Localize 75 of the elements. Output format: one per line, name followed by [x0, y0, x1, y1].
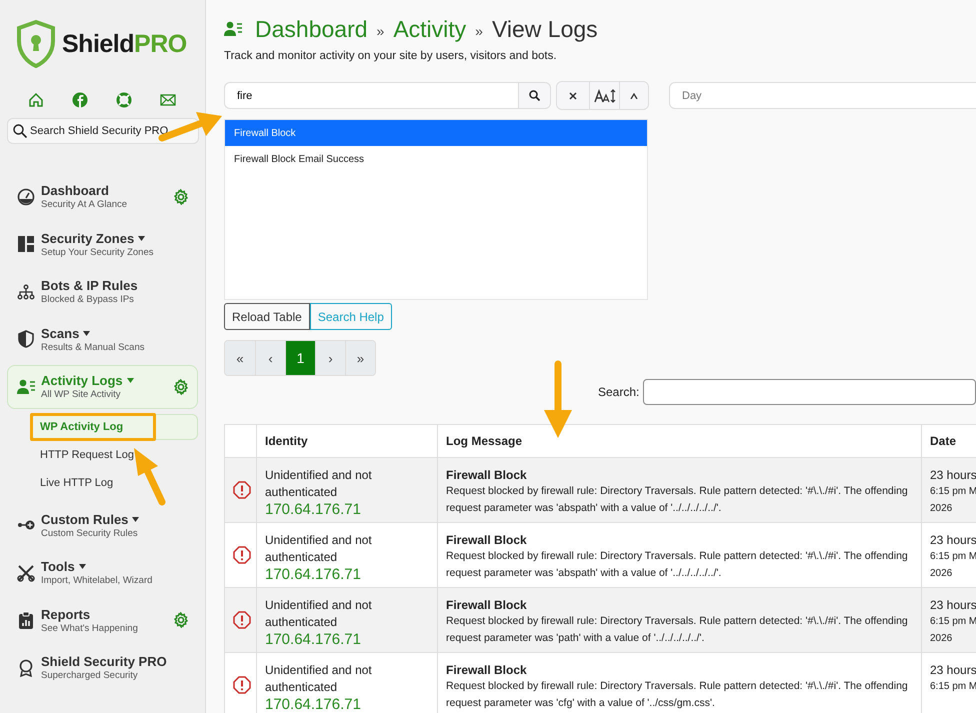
relative-time: 23 hours — [930, 532, 976, 548]
brand-suffix: PRO — [134, 30, 187, 58]
nav-title: Bots & IP Rules — [41, 278, 138, 293]
nav-title: Custom Rules — [41, 512, 128, 526]
nav-subtitle: Custom Security Rules — [41, 528, 139, 538]
submenu-item[interactable]: WP Activity Log — [31, 414, 198, 440]
suggestion-item[interactable]: Firewall Block Email Success — [225, 146, 647, 172]
nav-title: Security Zones — [41, 230, 134, 246]
breadcrumb-separator: » — [376, 23, 384, 39]
nav-item[interactable]: Custom Rules Custom Security Rules — [7, 504, 198, 548]
log-message: Request blocked by firewall rule: Directory Traversals. Rule pattern detected: '#\.\./#i'. The offending request parameter was 'abspath' with a value of '../../../../../'. — [446, 484, 909, 516]
page-button[interactable]: › — [315, 341, 345, 375]
ip-address: 170.64.176.71 — [265, 696, 362, 713]
nav-item[interactable]: Activity Logs All WP Site Activity — [7, 365, 198, 409]
nav-subtitle: Security At A Glance — [41, 199, 128, 210]
identity-text: Unidentified and not authenticated — [265, 662, 373, 696]
page-description: Track and monitor activity on your site by users, visitors and bots. — [224, 50, 558, 62]
nav-item[interactable]: Reports See What's Happening — [7, 598, 198, 642]
submenu-item[interactable]: HTTP Request Log — [31, 442, 198, 468]
breadcrumb-link[interactable]: Activity — [393, 16, 466, 42]
nav-subtitle: See What's Happening — [41, 622, 139, 634]
nav-item[interactable]: Tools Import, Whitelabel, Wizard — [7, 551, 198, 595]
nav-subtitle: Blocked & Bypass IPs — [41, 294, 135, 305]
log-message: Request blocked by firewall rule: Directory Traversals. Rule pattern detected: '#\.\./#i'. The offending request parameter was 'abspath' with a value of '../../../../../'. — [446, 549, 909, 581]
suggestion-item[interactable]: Firewall Block — [225, 120, 647, 146]
nav-subtitle: Results & Manual Scans — [41, 342, 146, 352]
log-message: Request blocked by firewall rule: Directory Traversals. Rule pattern detected: '#\.\./#i'. The offending request parameter was 'path' with a value of '../../../../../'. — [446, 614, 909, 646]
nav-item[interactable]: Scans Results & Manual Scans — [7, 318, 198, 362]
ip-address: 170.64.176.71 — [265, 501, 362, 519]
nav-subtitle: Supercharged Security — [41, 670, 139, 681]
nav-title: Activity Logs — [41, 373, 123, 388]
relative-time: 23 hours — [930, 662, 976, 678]
page-button[interactable]: » — [345, 341, 375, 375]
breadcrumb-link[interactable]: Dashboard — [255, 16, 368, 42]
filter-field[interactable]: fire — [224, 82, 519, 109]
column-header[interactable]: Identity — [256, 424, 438, 458]
log-title: Firewall Block — [446, 467, 528, 483]
log-title: Firewall Block — [446, 597, 528, 613]
nav-title: Shield Security PRO — [41, 654, 167, 669]
nav-item[interactable]: Dashboard Security At A Glance — [7, 175, 198, 219]
relative-time: 23 hours — [930, 597, 976, 613]
page-button[interactable]: 1 — [285, 341, 315, 375]
log-title: Firewall Block — [446, 662, 528, 678]
nav-title: Reports — [41, 606, 90, 622]
date-year: 2026 — [930, 502, 954, 516]
date-year: 2026 — [930, 632, 954, 646]
breadcrumb-separator: » — [475, 23, 483, 39]
identity-text: Unidentified and not authenticated — [265, 532, 373, 566]
nav-item[interactable]: Security Zones Setup Your Security Zones — [7, 222, 198, 266]
log-title: Firewall Block — [446, 532, 528, 548]
nav-title: Tools — [41, 559, 75, 574]
page-button[interactable]: ‹ — [255, 341, 285, 375]
date-field[interactable]: Day — [669, 82, 976, 109]
page-button[interactable]: « — [225, 341, 255, 375]
nav-title: Scans — [41, 326, 80, 340]
ip-address: 170.64.176.71 — [265, 631, 362, 649]
nav-title: Dashboard — [41, 183, 109, 198]
nav-item[interactable]: Shield Security PRO Supercharged Security — [7, 646, 198, 690]
page-title: View Logs — [492, 16, 598, 42]
search-field[interactable]: Search Shield Security PRO — [7, 118, 199, 144]
nav-subtitle: Import, Whitelabel, Wizard — [41, 575, 154, 586]
search-label: Search: — [598, 385, 640, 399]
identity-text: Unidentified and not authenticated — [265, 597, 373, 631]
nav-subtitle: Setup Your Security Zones — [41, 246, 154, 258]
relative-time: 23 hours — [930, 467, 976, 483]
log-message: Request blocked by firewall rule: Directory Traversals. Rule pattern detected: '#\.\./#i'. The offending request parameter was 'cfg' with a value of '../css/gm.css'. — [446, 679, 909, 711]
ip-address: 170.64.176.71 — [265, 566, 362, 584]
nav-item[interactable]: Bots & IP Rules Blocked & Bypass IPs — [7, 270, 198, 314]
brand-name: Shield — [62, 30, 134, 58]
date-year: 2026 — [930, 567, 954, 581]
nav-subtitle: All WP Site Activity — [41, 389, 122, 400]
column-header[interactable]: Log Message — [438, 424, 922, 458]
reload-table-button[interactable]: Reload Table — [224, 303, 310, 330]
submenu-item[interactable]: Live HTTP Log — [31, 470, 198, 496]
identity-text: Unidentified and not authenticated — [265, 467, 373, 501]
